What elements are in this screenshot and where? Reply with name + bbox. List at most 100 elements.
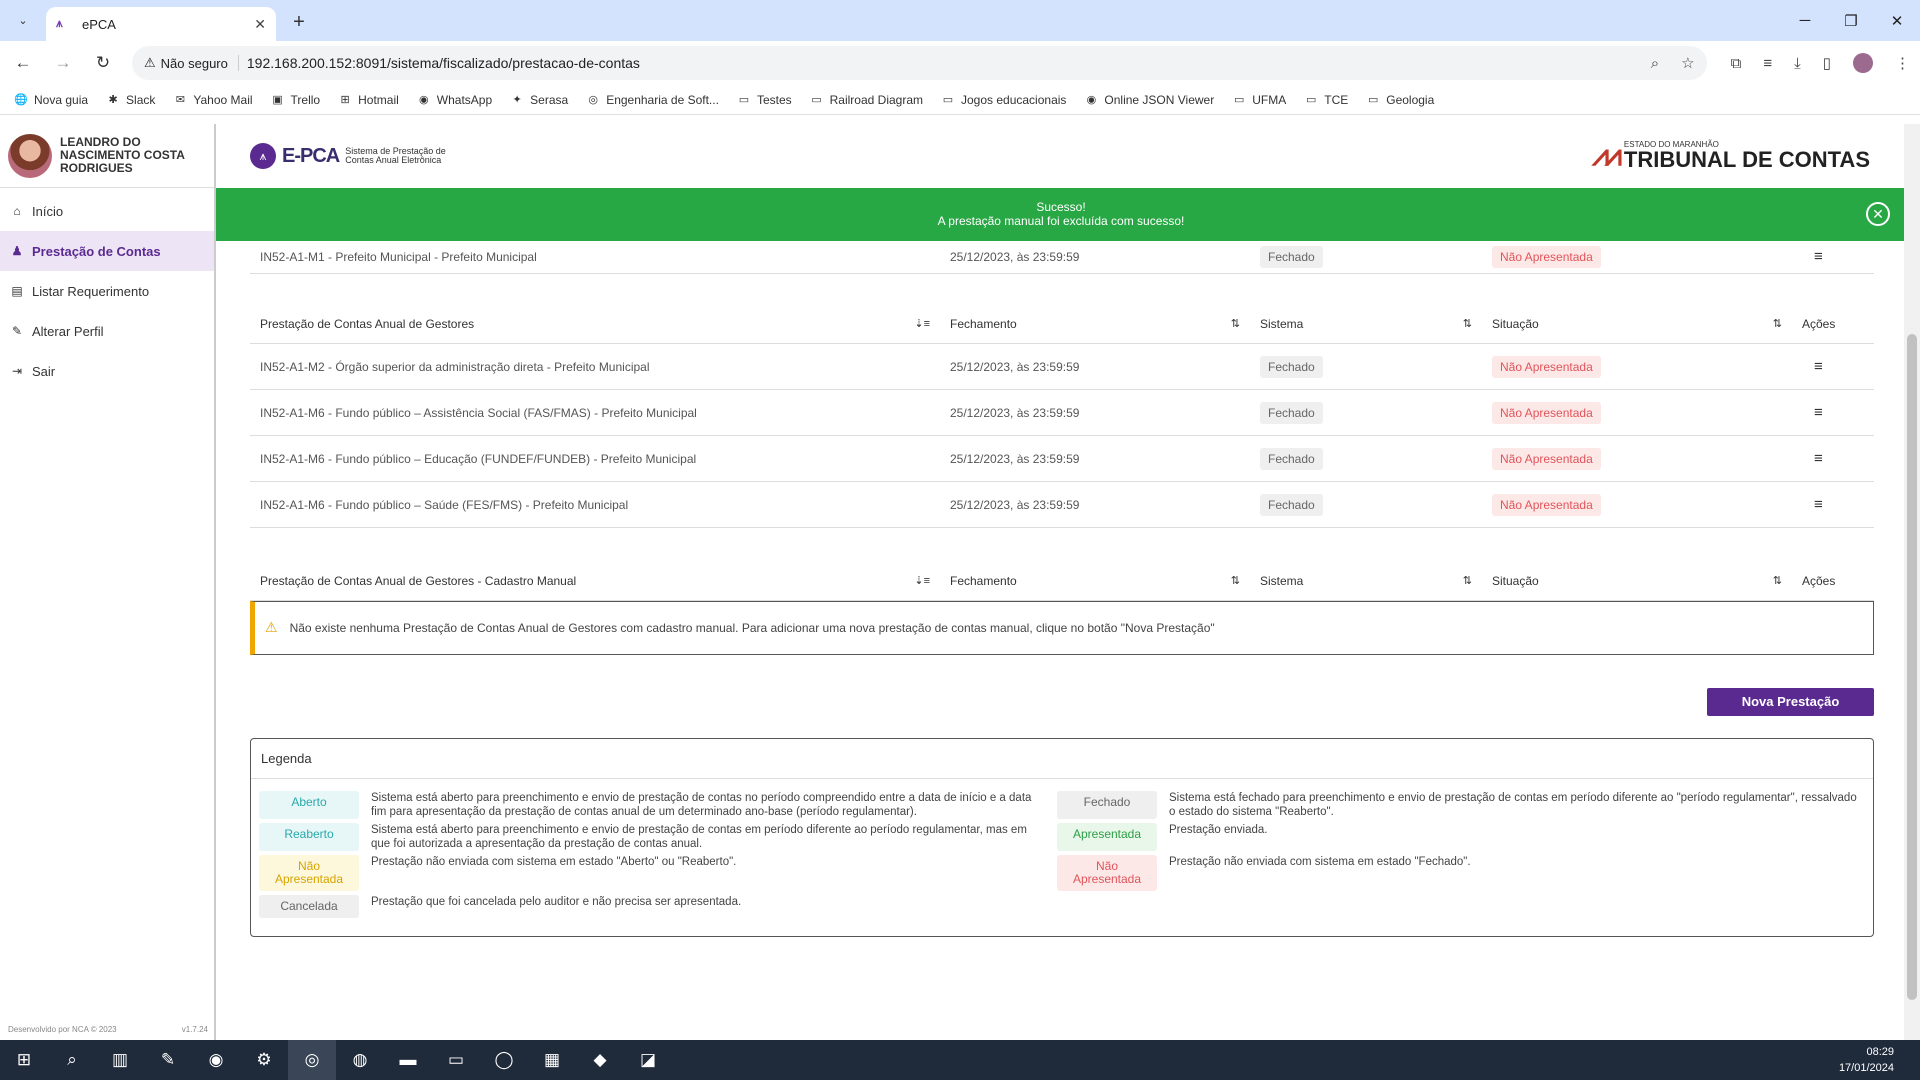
app-icon[interactable]: ⚙ [240, 1040, 288, 1080]
bookmark-item[interactable]: ◉ WhatsApp [417, 93, 492, 107]
actions-menu-icon[interactable]: ≡ [1802, 358, 1823, 375]
anydesk-icon[interactable]: ◆ [576, 1040, 624, 1080]
sidebar-item-sair[interactable]: ⇥ Sair [0, 351, 214, 391]
app-icon[interactable]: ◪ [624, 1040, 672, 1080]
clock-date: 17/01/2024 [1838, 1062, 1894, 1074]
close-icon[interactable]: ✕ [1866, 202, 1890, 226]
sort-icon[interactable]: ⇅ [1231, 317, 1240, 330]
bookmark-item[interactable]: ▭ UFMA [1232, 93, 1286, 107]
row-date: 25/12/2023, às 23:59:59 [940, 389, 1250, 436]
nova-prestacao-button[interactable]: Nova Prestação [1707, 687, 1874, 716]
sort-icon[interactable]: ⇣≡ [914, 574, 930, 587]
row-date: 25/12/2023, às 23:59:59 [940, 435, 1250, 482]
empty-message: Não existe nenhuma Prestação de Contas A… [289, 620, 1215, 635]
bookmark-item[interactable]: ▣ Trello [271, 93, 320, 107]
table-row: IN52-A1-M6 - Fundo público – Assistência… [250, 389, 1874, 436]
zoom-icon[interactable]: ⌕ [1651, 55, 1659, 72]
taskbar-clock[interactable]: 08:29 17/01/2024 [1839, 1044, 1894, 1076]
sidebar-item-listar-requerimento[interactable]: ▤ Listar Requerimento [0, 271, 214, 311]
terminal-icon[interactable]: ▭ [432, 1040, 480, 1080]
col-header-fechamento[interactable]: Fechamento ⇅ [940, 562, 1250, 601]
minimize-icon[interactable]: ─ [1782, 0, 1828, 41]
row-date: 25/12/2023, às 23:59:59 [940, 343, 1250, 390]
menu-dots-icon[interactable]: ⋮ [1895, 54, 1910, 72]
bookmark-item[interactable]: ▭ Jogos educacionais [941, 93, 1067, 107]
row-name: IN52-A1-M6 - Fundo público – Assistência… [250, 389, 940, 436]
calculator-icon[interactable]: ▦ [528, 1040, 576, 1080]
opera-icon[interactable]: ◯ [480, 1040, 528, 1080]
browser-toolbar: ← → ↻ ⚠ Não seguro 192.168.200.152:8091/s… [0, 41, 1920, 85]
sidebar-item-prestacao-de-contas[interactable]: ♟ Prestação de Contas [0, 231, 214, 271]
col-header-fechamento[interactable]: Fechamento ⇅ [940, 305, 1250, 344]
notepad-icon[interactable]: ✎ [144, 1040, 192, 1080]
status-badge: Não Apresentada [1492, 447, 1601, 470]
bookmark-item[interactable]: ▭ TCE [1304, 93, 1348, 107]
download-icon[interactable]: ⤓ [1794, 55, 1801, 72]
chrome-icon[interactable]: ◎ [288, 1040, 336, 1080]
legend-badge-aberto: Aberto [259, 790, 359, 819]
bookmark-icon: ◉ [418, 94, 429, 106]
search-icon[interactable]: ⌕ [48, 1040, 96, 1080]
firefox-icon[interactable]: ◍ [336, 1040, 384, 1080]
header-label: Situação [1492, 573, 1539, 588]
media-icon[interactable]: ≡ [1763, 55, 1772, 72]
reload-icon[interactable]: ↻ [90, 50, 116, 76]
bookmark-item[interactable]: 🌐 Nova guia [14, 93, 88, 107]
bookmark-item[interactable]: ▭ Geologia [1366, 93, 1434, 107]
bookmark-star-icon[interactable]: ☆ [1681, 54, 1694, 72]
tab-search-icon[interactable]: ⌄ [12, 9, 34, 31]
home-icon: ⌂ [13, 204, 21, 218]
table-row: IN52-A1-M6 - Fundo público – Saúde (FES/… [250, 481, 1874, 528]
col-header-sistema[interactable]: Sistema ⇅ [1250, 562, 1482, 601]
col-header-sistema[interactable]: Sistema ⇅ [1250, 305, 1482, 344]
tce-logo: ⩘⩘ ESTADO DO MARANHÃO TRIBUNAL DE CONTAS [1592, 139, 1870, 173]
bookmark-item[interactable]: ⊞ Hotmail [338, 93, 399, 107]
sort-icon[interactable]: ⇅ [1463, 317, 1472, 330]
address-bar[interactable]: ⚠ Não seguro 192.168.200.152:8091/sistema… [132, 46, 1707, 80]
actions-menu-icon[interactable]: ≡ [1802, 450, 1823, 467]
col-header-prestacao-manual[interactable]: Prestação de Contas Anual de Gestores - … [250, 562, 940, 601]
col-header-situacao[interactable]: Situação ⇅ [1482, 562, 1792, 601]
sort-icon[interactable]: ⇅ [1463, 574, 1472, 587]
col-header-prestacao[interactable]: Prestação de Contas Anual de Gestores ⇣≡ [250, 305, 940, 344]
bookmark-item[interactable]: ▭ Testes [737, 93, 792, 107]
bookmark-item[interactable]: ✱ Slack [106, 93, 155, 107]
browser-tab[interactable]: ⩚ ePCA ✕ [46, 7, 276, 41]
task-view-icon[interactable]: ▥ [96, 1040, 144, 1080]
sidebar-item-inicio[interactable]: ⌂ Início [0, 191, 214, 231]
sort-icon[interactable]: ⇅ [1773, 317, 1782, 330]
col-header-situacao[interactable]: Situação ⇅ [1482, 305, 1792, 344]
row-date: 25/12/2023, às 23:59:59 [940, 481, 1250, 528]
bookmark-item[interactable]: ✉ Yahoo Mail [173, 93, 253, 107]
sort-icon[interactable]: ⇣≡ [914, 317, 930, 330]
sort-icon[interactable]: ⇅ [1773, 574, 1782, 587]
bookmark-item[interactable]: ◉ Online JSON Viewer [1084, 93, 1215, 107]
page-scrollbar[interactable] [1904, 124, 1920, 1040]
scrollbar-thumb[interactable] [1907, 334, 1917, 1000]
tab-close-icon[interactable]: ✕ [254, 16, 266, 33]
bookmark-item[interactable]: ◎ Engenharia de Soft... [586, 93, 719, 107]
actions-menu-icon[interactable]: ≡ [1802, 404, 1823, 421]
url-text[interactable]: 192.168.200.152:8091/sistema/fiscalizado… [247, 55, 1629, 71]
file-explorer-icon[interactable]: ▬ [384, 1040, 432, 1080]
row-name: IN52-A1-M6 - Fundo público – Educação (F… [250, 435, 940, 482]
windows-start-icon[interactable]: ⊞ [0, 1040, 48, 1080]
forward-icon[interactable]: → [50, 50, 76, 76]
extensions-icon[interactable]: ⧉ [1731, 55, 1742, 72]
app-icon[interactable]: ◉ [192, 1040, 240, 1080]
close-window-icon[interactable]: ✕ [1874, 0, 1920, 41]
sort-icon[interactable]: ⇅ [1231, 574, 1240, 587]
bookmark-item[interactable]: ✦ Serasa [510, 93, 569, 107]
back-icon[interactable]: ← [10, 50, 36, 76]
side-panel-icon[interactable]: ▯ [1823, 54, 1831, 72]
security-indicator[interactable]: ⚠ Não seguro [144, 55, 239, 71]
sidebar-item-alterar-perfil[interactable]: ✎ Alterar Perfil [0, 311, 214, 351]
new-tab-button[interactable]: + [284, 7, 314, 37]
profile-avatar[interactable] [1853, 53, 1873, 73]
actions-menu-icon[interactable]: ≡ [1802, 248, 1823, 265]
legend-desc-aberto: Sistema está aberto para preenchimento e… [371, 791, 1032, 818]
bookmark-item[interactable]: ▭ Railroad Diagram [810, 93, 923, 107]
bookmark-label: WhatsApp [436, 92, 493, 107]
actions-menu-icon[interactable]: ≡ [1802, 496, 1823, 513]
restore-icon[interactable]: ❐ [1828, 0, 1874, 41]
